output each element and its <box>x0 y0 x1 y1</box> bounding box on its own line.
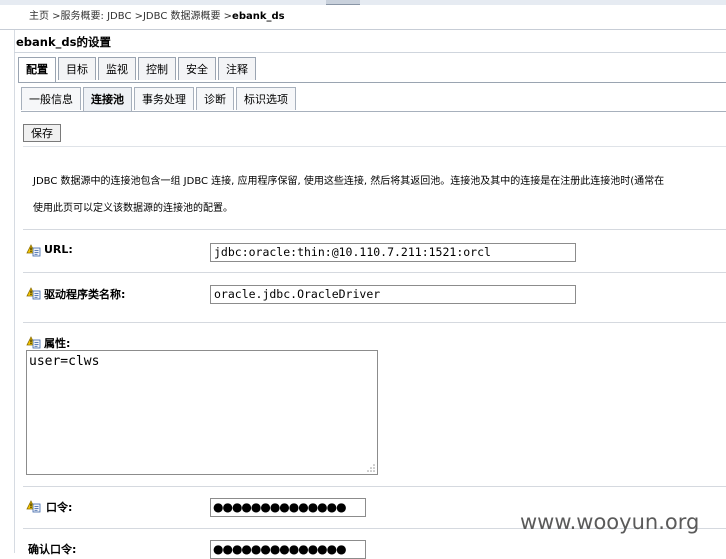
breadcrumb: 主页 >服务概要: JDBC >JDBC 数据源概要 >ebank_ds <box>29 7 285 22</box>
info-warning-icon[interactable] <box>26 335 41 349</box>
row-divider <box>23 322 726 323</box>
tab-diagnostics[interactable]: 诊断 <box>196 87 234 110</box>
tab-notes[interactable]: 注释 <box>218 57 256 80</box>
tab-connection-pool[interactable]: 连接池 <box>83 87 132 112</box>
driver-input[interactable]: oracle.jdbc.OracleDriver <box>210 285 576 304</box>
url-input[interactable]: jdbc:oracle:thin:@10.110.7.211:1521:orcl <box>210 243 576 262</box>
watermark: www.wooyun.org <box>520 510 700 534</box>
info-warning-icon[interactable] <box>26 243 41 257</box>
tab-monitoring[interactable]: 监视 <box>98 57 136 80</box>
top-strip <box>0 0 726 5</box>
row-divider <box>23 486 726 487</box>
content-divider <box>23 146 726 147</box>
row-divider <box>23 229 726 230</box>
password-input[interactable]: ●●●●●●●●●●●●●● <box>210 498 366 517</box>
tab-config[interactable]: 配置 <box>18 57 56 83</box>
primary-tabs-divider <box>18 82 726 83</box>
properties-textarea[interactable]: user=clws <box>26 350 378 475</box>
tab-security[interactable]: 安全 <box>178 57 216 80</box>
password-label: 口令: <box>46 501 73 514</box>
page-title: ebank_ds的设置 <box>16 35 111 49</box>
confirm-password-input[interactable]: ●●●●●●●●●●●●●● <box>210 540 366 559</box>
title-divider <box>14 52 726 53</box>
resize-grip-icon[interactable] <box>366 463 376 473</box>
tab-general[interactable]: 一般信息 <box>21 87 81 110</box>
info-warning-icon[interactable] <box>26 286 41 300</box>
top-strip-tab[interactable] <box>326 0 360 5</box>
url-label: URL: <box>44 243 73 256</box>
driver-label: 驱动程序类名称: <box>44 288 126 301</box>
secondary-tabs: 一般信息 连接池 事务处理 诊断 标识选项 <box>21 87 298 112</box>
tab-control[interactable]: 控制 <box>138 57 176 80</box>
properties-value: user=clws <box>29 354 100 369</box>
save-button[interactable]: 保存 <box>23 124 61 142</box>
confirm-password-label: 确认口令: <box>28 543 77 556</box>
info-warning-icon[interactable] <box>26 499 41 513</box>
tab-identity-options[interactable]: 标识选项 <box>236 87 296 110</box>
properties-label: 属性: <box>44 337 71 350</box>
breadcrumb-current: ebank_ds <box>232 11 285 22</box>
description-line-1: JDBC 数据源中的连接池包含一组 JDBC 连接, 应用程序保留, 使用这些连… <box>33 176 665 187</box>
description-line-2: 使用此页可以定义该数据源的连接池的配置。 <box>33 203 233 214</box>
header-divider <box>0 29 726 30</box>
tab-targets[interactable]: 目标 <box>58 57 96 80</box>
row-divider <box>23 272 726 273</box>
breadcrumb-path[interactable]: 主页 >服务概要: JDBC >JDBC 数据源概要 > <box>29 11 232 22</box>
secondary-tabs-divider <box>21 111 726 112</box>
panel-border <box>14 30 15 553</box>
primary-tabs: 配置 目标 监视 控制 安全 注释 <box>18 57 258 83</box>
tab-transaction[interactable]: 事务处理 <box>134 87 194 110</box>
